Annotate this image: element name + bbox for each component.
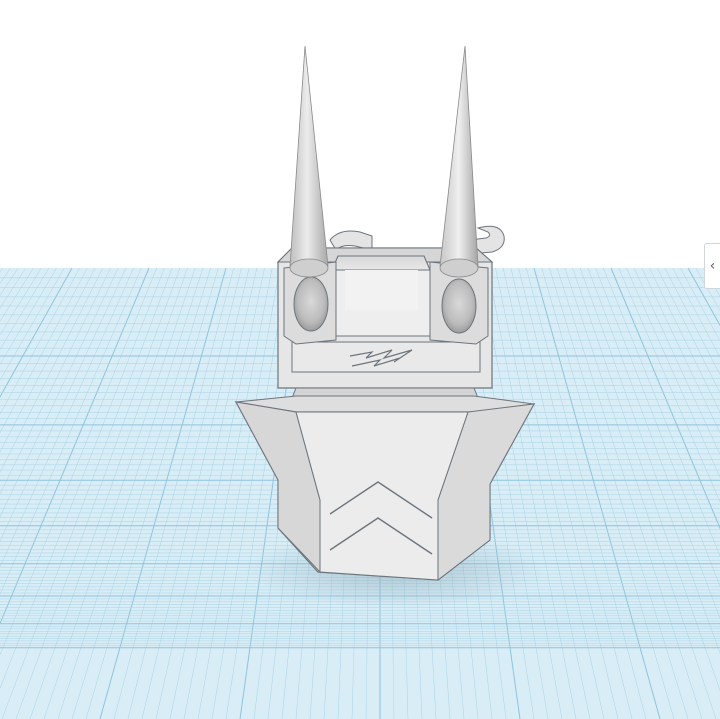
3d-model[interactable] [0,0,720,719]
chevron-left-icon: ‹ [709,258,716,274]
right-horn-base [439,258,479,278]
left-eye [293,276,329,332]
left-hook [329,230,373,251]
side-panel-toggle[interactable]: ‹ [704,243,720,289]
left-horn [289,45,329,274]
left-horn-base [289,258,329,278]
right-horn [439,45,479,274]
right-eye [441,278,477,334]
brow-top [331,255,431,271]
brow-highlight [345,270,418,310]
3d-workplane-viewport[interactable]: ‹ [0,0,720,719]
